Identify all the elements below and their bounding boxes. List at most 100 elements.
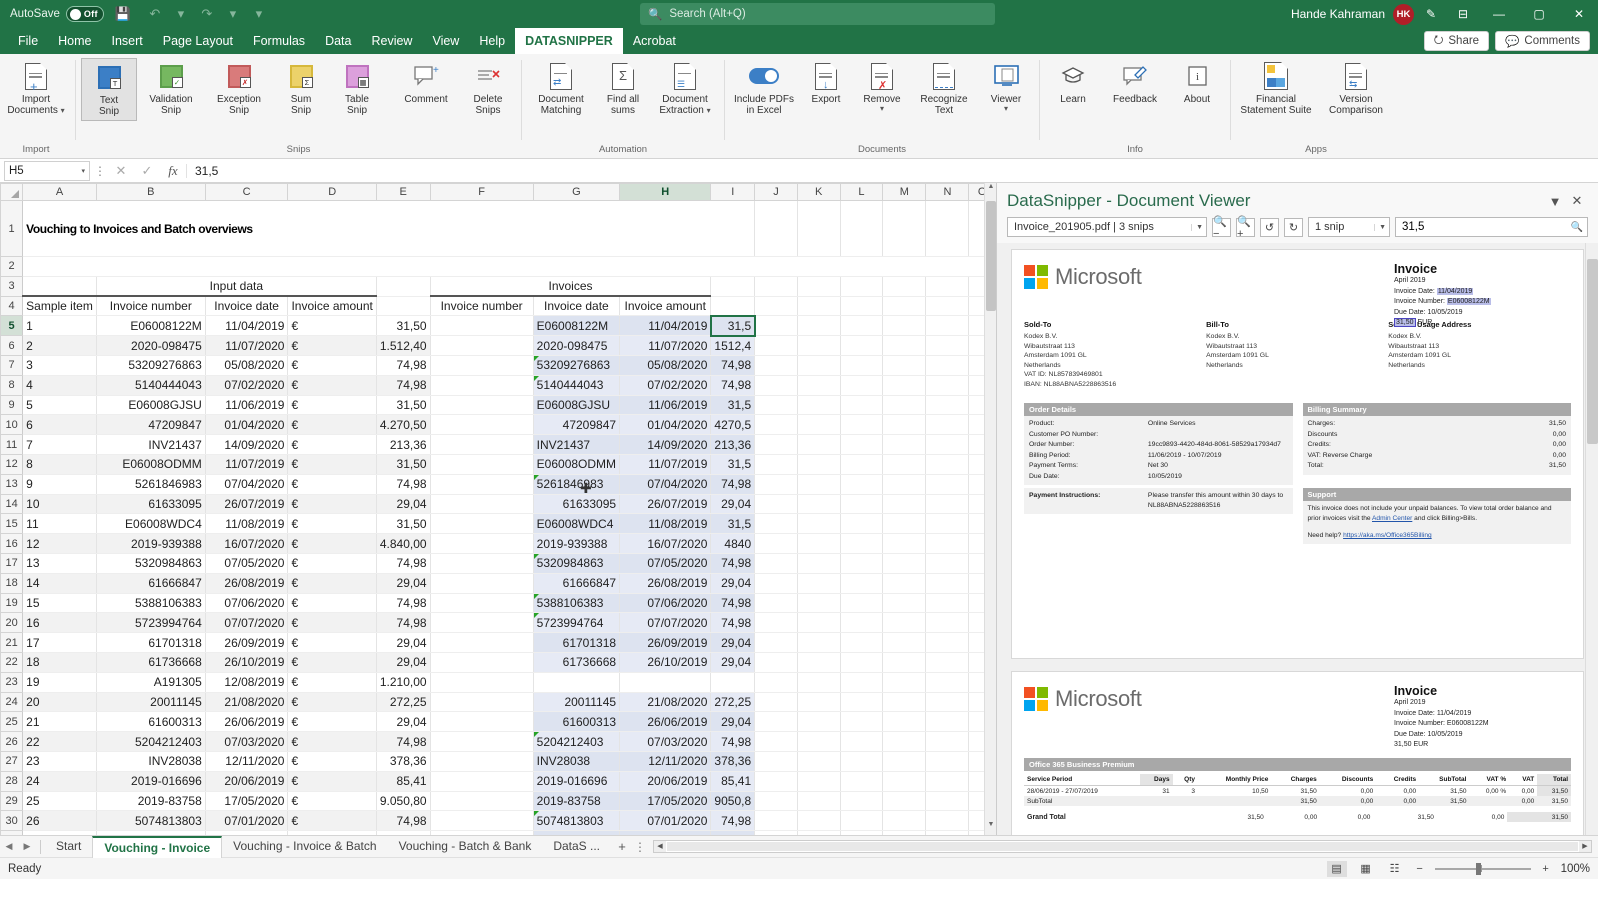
cell-invoice-date-empty[interactable] — [619, 672, 712, 693]
page-break-view-icon[interactable]: ☷ — [1385, 861, 1405, 877]
cell-invoice-number[interactable]: 2019-016696 — [533, 771, 621, 792]
scroll-up-icon[interactable]: ▲ — [985, 183, 996, 197]
cell-invoice-amount[interactable]: 74,98 — [710, 474, 756, 495]
cell-input-invoice-date[interactable]: 26/08/2019 — [205, 573, 289, 594]
cell-input-invoice-date[interactable]: 11/05/2019 — [205, 830, 289, 835]
cell-input-invoice-date[interactable]: 12/11/2020 — [205, 751, 289, 772]
share-button[interactable]: ⭮ Share — [1423, 31, 1490, 51]
cell-sample-item[interactable]: 13 — [22, 553, 97, 574]
cell-input-invoice-date[interactable]: 17/05/2020 — [205, 791, 289, 812]
cell-sample-item[interactable]: 15 — [22, 593, 97, 614]
document-matching-button[interactable]: ⇄ Document Matching — [527, 58, 595, 119]
column-header-d[interactable]: D — [287, 183, 377, 201]
cell-input-invoice-amount[interactable]: 1.512,40 — [376, 335, 431, 356]
cell-sample-item[interactable]: 19 — [22, 672, 97, 693]
row-header-7[interactable]: 7 — [0, 354, 24, 376]
row-header-17[interactable]: 17 — [0, 552, 24, 574]
cell-sample-item[interactable]: 22 — [22, 731, 97, 752]
export-button[interactable]: ↓ Export — [798, 58, 854, 108]
row-header-3[interactable]: 3 — [0, 275, 24, 297]
cell-sample-item[interactable]: 5 — [22, 395, 97, 416]
cell-invoice-number[interactable]: 61701318 — [533, 632, 621, 653]
cell-invoice-number[interactable]: 2019-83758 — [533, 791, 621, 812]
cell-invoice-date[interactable]: 26/08/2019 — [619, 573, 712, 594]
menu-item-page-layout[interactable]: Page Layout — [153, 28, 243, 54]
text-snip-button[interactable]: T Text Snip — [81, 58, 137, 121]
cancel-icon[interactable]: ✕ — [108, 163, 134, 179]
cell-input-invoice-number[interactable]: E060088QNE — [96, 830, 206, 835]
menu-item-acrobat[interactable]: Acrobat — [623, 28, 686, 54]
recognize-text-button[interactable]: Recognize Text — [910, 58, 978, 119]
cell-invoice-date[interactable]: 07/05/2020 — [619, 553, 712, 574]
cell-invoice-amount[interactable]: 4270,5 — [710, 414, 756, 436]
feedback-button[interactable]: Feedback — [1101, 58, 1169, 108]
document-viewer-scrollbar[interactable] — [1585, 243, 1598, 835]
column-header-l[interactable]: L — [839, 183, 884, 201]
invoice-date-snip[interactable]: 11/04/2019 — [1436, 287, 1474, 295]
cell-sample-item[interactable]: 18 — [22, 652, 97, 673]
comments-button[interactable]: 💬 Comments — [1495, 31, 1590, 51]
menu-item-data[interactable]: Data — [315, 28, 361, 54]
column-header-a[interactable]: A — [22, 183, 97, 201]
cell-input-invoice-date[interactable]: 01/04/2020 — [205, 414, 289, 436]
cell-sample-item[interactable]: 21 — [22, 711, 97, 733]
zoom-level[interactable]: 100% — [1561, 863, 1590, 875]
cell-input-invoice-amount[interactable]: 31,50 — [376, 513, 431, 535]
cell-invoice-amount-empty[interactable] — [710, 672, 756, 693]
cell-invoice-date[interactable]: 12/11/2020 — [619, 751, 712, 772]
redo-dropdown-icon[interactable]: ▾ — [226, 3, 240, 25]
cell-input-invoice-number[interactable]: INV28038 — [96, 751, 206, 772]
cell-invoice-date[interactable]: 11/04/2019 — [619, 315, 712, 337]
invoice-number-snip[interactable]: E06008122M — [1446, 298, 1491, 305]
cell-invoice-amount[interactable]: 74,98 — [710, 375, 756, 396]
version-comparison-button[interactable]: ⇆ Version Comparison — [1316, 58, 1396, 119]
scrollbar-thumb[interactable] — [1587, 259, 1598, 444]
cell-invoice-number[interactable]: 2020-098475 — [533, 335, 621, 356]
sheet-tab-datasnipper[interactable]: DataS ... — [542, 836, 611, 858]
row-header-25[interactable]: 25 — [0, 711, 24, 733]
row-header-31[interactable]: 31 — [0, 830, 24, 835]
cell-sample-item[interactable]: 6 — [22, 414, 97, 436]
document-extraction-button[interactable]: ☰ Document Extraction ▾ — [651, 58, 719, 119]
cell-input-invoice-amount[interactable]: 74,98 — [376, 593, 431, 614]
cell-input-invoice-number[interactable]: 5261846983 — [96, 474, 206, 495]
cell-input-invoice-number[interactable]: 2020-098475 — [96, 335, 206, 356]
select-all-corner[interactable] — [0, 183, 24, 201]
avatar[interactable]: HK — [1393, 3, 1414, 25]
cell-invoice-date[interactable]: 01/04/2020 — [619, 414, 712, 436]
cell-input-invoice-date[interactable]: 07/04/2020 — [205, 474, 289, 495]
column-header-b[interactable]: B — [95, 183, 206, 201]
document-page-1[interactable]: Microsoft Invoice April 2019 Invoice Dat… — [1011, 249, 1584, 659]
zoom-slider-handle[interactable] — [1475, 862, 1481, 875]
cell-invoice-date[interactable]: 11/07/2020 — [619, 335, 712, 356]
search-icon[interactable]: 🔍 — [1571, 222, 1583, 233]
cell-input-invoice-amount[interactable]: 31,50 — [376, 454, 431, 475]
cell-sample-item[interactable]: 9 — [22, 474, 97, 495]
cell-input-invoice-date[interactable]: 11/04/2019 — [205, 315, 289, 337]
cell-invoice-amount[interactable]: 31,5 — [709, 314, 756, 337]
cell-input-invoice-date[interactable]: 20/06/2019 — [205, 771, 289, 792]
cell-sample-item[interactable]: 10 — [22, 494, 97, 515]
cell-input-invoice-date[interactable]: 07/06/2020 — [205, 593, 289, 614]
cell-invoice-amount[interactable]: 31,5 — [710, 830, 756, 835]
menu-item-insert[interactable]: Insert — [102, 28, 153, 54]
cell-input-invoice-amount[interactable]: 74,98 — [376, 375, 431, 396]
cell-input-invoice-date[interactable]: 07/01/2020 — [205, 810, 289, 832]
chevron-down-icon[interactable]: ▾ — [1004, 105, 1008, 113]
find-all-sums-button[interactable]: Σ Find all sums — [595, 58, 651, 119]
chevron-down-icon[interactable]: ▼ — [1191, 223, 1203, 231]
cell-invoice-date[interactable]: 07/01/2020 — [619, 810, 712, 832]
cell-invoice-date[interactable]: 20/06/2019 — [619, 771, 712, 792]
row-header-21[interactable]: 21 — [0, 632, 24, 653]
cell-invoice-number[interactable]: 61666847 — [533, 573, 621, 594]
menu-item-datasnipper[interactable]: DATASNIPPER — [515, 28, 623, 54]
row-header-16[interactable]: 16 — [0, 533, 24, 554]
cell-invoice-date[interactable]: 11/05/2019 — [619, 830, 712, 835]
cell-invoice-amount[interactable]: 29,04 — [710, 573, 756, 594]
cell-input-invoice-date[interactable]: 11/07/2020 — [205, 335, 289, 356]
cell-invoice-date[interactable]: 07/04/2020 — [619, 474, 712, 495]
cell-input-invoice-amount[interactable]: 74,98 — [376, 474, 431, 495]
column-header-h[interactable]: H — [619, 183, 712, 201]
cell-invoice-date[interactable]: 07/06/2020 — [619, 593, 712, 614]
cell-input-invoice-date[interactable]: 05/08/2020 — [205, 355, 289, 376]
